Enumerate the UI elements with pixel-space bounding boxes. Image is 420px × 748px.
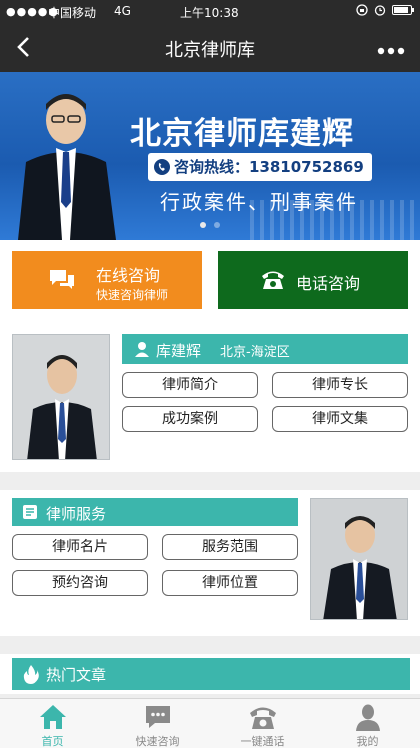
- home-icon: [40, 705, 66, 729]
- service-header: 律师服务: [12, 498, 298, 526]
- banner-headline: 北京律师库建辉: [130, 116, 354, 152]
- chat-icon: [146, 706, 170, 728]
- phone-consult-button[interactable]: 电话咨询: [218, 251, 408, 309]
- consult-row: 在线咨询 快速咨询律师 电话咨询: [0, 240, 420, 322]
- tab-quick-consult[interactable]: 快速咨询: [105, 699, 210, 748]
- lawyer-articles-button[interactable]: 律师文集: [272, 406, 408, 432]
- lawyer-portrait: [13, 335, 109, 459]
- phone-circle-icon: [154, 159, 170, 175]
- chat-bubble-icon: [50, 270, 74, 289]
- hotline-text: 咨询热线：13810752869: [174, 158, 364, 176]
- banner-hotline: 咨询热线：13810752869: [148, 153, 372, 181]
- service-scope-button[interactable]: 服务范围: [162, 534, 298, 560]
- lawyer-location-button[interactable]: 律师位置: [162, 570, 298, 596]
- business-card-button[interactable]: 律师名片: [12, 534, 148, 560]
- more-button[interactable]: [376, 34, 406, 62]
- rotation-lock-icon: [356, 4, 368, 16]
- nav-bar: 北京律师库: [0, 24, 420, 72]
- tab-home-label: 首页: [41, 735, 64, 748]
- lawyer-photo[interactable]: [12, 334, 110, 460]
- lawyer-service-card: 律师服务 律师名片 服务范围 预约咨询 律师位置: [0, 490, 420, 636]
- person-icon: [135, 342, 149, 357]
- banner-decoration: [250, 200, 420, 240]
- clock: 上午10:38: [180, 6, 239, 20]
- tab-mine-label: 我的: [356, 735, 379, 748]
- service-title: 律师服务: [46, 505, 107, 523]
- user-icon: [356, 704, 380, 731]
- lawyer-photo-service[interactable]: [310, 498, 408, 620]
- tab-one-click-call[interactable]: 一键通话: [210, 699, 315, 748]
- hot-articles-section: 热门文章: [0, 654, 420, 694]
- online-consult-subtitle: 快速咨询律师: [96, 288, 169, 302]
- tab-mine[interactable]: 我的: [315, 699, 420, 748]
- lawyer-portrait: [311, 499, 407, 619]
- phone-consult-title: 电话咨询: [296, 274, 361, 293]
- flame-icon: [23, 665, 39, 684]
- online-consult-title: 在线咨询: [96, 266, 161, 285]
- tab-quick-consult-label: 快速咨询: [135, 735, 180, 748]
- banner-carousel[interactable]: 北京律师库建辉 咨询热线：13810752869 行政案件、刑事案件: [0, 72, 420, 240]
- battery-icon: [392, 5, 414, 15]
- lawyer-profile-card: 库建辉 北京-海淀区 律师简介 律师专长 成功案例 律师文集: [0, 322, 420, 472]
- hot-articles-header[interactable]: 热门文章: [12, 658, 410, 690]
- bottom-tab-bar: 首页 快速咨询 一键通话 我的: [0, 698, 420, 748]
- book-consult-button[interactable]: 预约咨询: [12, 570, 148, 596]
- carrier-name: 中国移动: [48, 6, 97, 20]
- alarm-icon: [374, 5, 386, 16]
- status-icons: [356, 4, 414, 16]
- success-cases-button[interactable]: 成功案例: [122, 406, 258, 432]
- lawyer-photo-banner: [18, 94, 116, 240]
- network-type: 4G: [114, 4, 131, 18]
- tab-one-click-call-label: 一键通话: [240, 735, 285, 748]
- lawyer-name: 库建辉: [156, 342, 202, 360]
- carousel-dot[interactable]: [214, 222, 220, 228]
- page-title: 北京律师库: [165, 40, 255, 61]
- lawyer-location: 北京-海淀区: [220, 345, 290, 360]
- phone-icon: [250, 707, 276, 729]
- lawyer-name-bar: 库建辉 北京-海淀区: [122, 334, 408, 364]
- hot-articles-title: 热门文章: [46, 666, 107, 684]
- telephone-icon: [262, 271, 284, 289]
- service-book-icon: [23, 505, 37, 519]
- carousel-dot-active[interactable]: [200, 222, 206, 228]
- lawyer-intro-button[interactable]: 律师简介: [122, 372, 258, 398]
- status-bar: ●●●●● 中国移动 4G 上午10:38: [0, 0, 420, 24]
- lawyer-expertise-button[interactable]: 律师专长: [272, 372, 408, 398]
- tab-home[interactable]: 首页: [0, 699, 105, 748]
- online-consult-button[interactable]: 在线咨询 快速咨询律师: [12, 251, 202, 309]
- more-dots-icon: [377, 47, 405, 55]
